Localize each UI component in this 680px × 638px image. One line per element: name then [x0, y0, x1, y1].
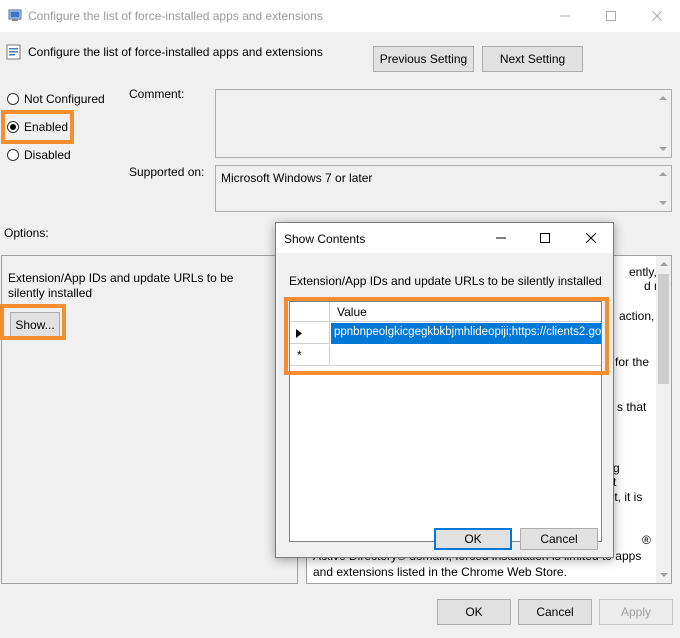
supported-on-value: Microsoft Windows 7 or later: [221, 171, 373, 185]
help-fragment: ®: [642, 533, 651, 547]
options-label: Options:: [4, 226, 49, 240]
supported-on-label: Supported on:: [129, 165, 205, 179]
grid-rows-highlight: [284, 297, 609, 375]
dialog-title-bar: Show Contents: [276, 223, 613, 253]
dialog-maximize-button[interactable]: [522, 223, 568, 253]
next-setting-button[interactable]: Next Setting: [482, 46, 583, 72]
close-button[interactable]: [634, 0, 680, 32]
options-description: Extension/App IDs and update URLs to be …: [8, 271, 234, 300]
help-fragment: ently,: [629, 265, 657, 279]
not-configured-label: Not Configured: [24, 92, 105, 106]
minimize-icon: [560, 15, 570, 17]
policy-title: Configure the list of force-installed ap…: [28, 45, 323, 59]
close-icon: [586, 233, 596, 243]
window-title: Configure the list of force-installed ap…: [28, 9, 323, 23]
comment-scrollbar[interactable]: [655, 90, 671, 157]
minimize-icon: [496, 237, 506, 239]
help-fragment: action,: [619, 309, 655, 323]
show-button-highlight: [0, 304, 66, 340]
help-fragment: g: [613, 461, 620, 475]
policy-setting-icon: [6, 44, 21, 60]
previous-setting-button[interactable]: Previous Setting: [373, 46, 474, 72]
maximize-button[interactable]: [588, 0, 634, 32]
title-bar: Configure the list of force-installed ap…: [0, 0, 680, 32]
help-scrollbar-thumb[interactable]: [658, 274, 669, 384]
close-icon: [652, 11, 662, 21]
help-line: and extensions listed in the Chrome Web …: [313, 565, 567, 579]
maximize-icon: [540, 233, 550, 243]
supported-scrollbar[interactable]: [655, 166, 671, 211]
help-scrollbar[interactable]: [656, 256, 671, 583]
apply-button[interactable]: Apply: [599, 599, 673, 625]
dialog-cancel-button[interactable]: Cancel: [520, 528, 598, 550]
comment-field[interactable]: [215, 89, 672, 158]
not-configured-radio[interactable]: Not Configured: [7, 92, 105, 106]
disabled-radio[interactable]: Disabled: [7, 148, 71, 162]
help-fragment: s that: [617, 400, 647, 414]
dialog-ok-button[interactable]: OK: [434, 528, 512, 550]
supported-on-field: Microsoft Windows 7 or later: [215, 165, 672, 212]
show-contents-dialog: Show Contents Extension/App IDs and upda…: [275, 222, 614, 558]
ok-button[interactable]: OK: [437, 599, 511, 625]
comment-label: Comment:: [129, 87, 185, 101]
maximize-icon: [606, 11, 616, 21]
minimize-button[interactable]: [542, 0, 588, 32]
enabled-highlight: [1, 110, 74, 144]
dialog-title: Show Contents: [284, 232, 366, 246]
cancel-button[interactable]: Cancel: [518, 599, 592, 625]
dialog-close-button[interactable]: [568, 223, 614, 253]
disabled-label: Disabled: [24, 148, 71, 162]
help-fragment: for the: [615, 355, 650, 369]
policy-app-icon: [8, 9, 22, 21]
dialog-description: Extension/App IDs and update URLs to be …: [289, 274, 602, 288]
dialog-minimize-button[interactable]: [478, 223, 524, 253]
